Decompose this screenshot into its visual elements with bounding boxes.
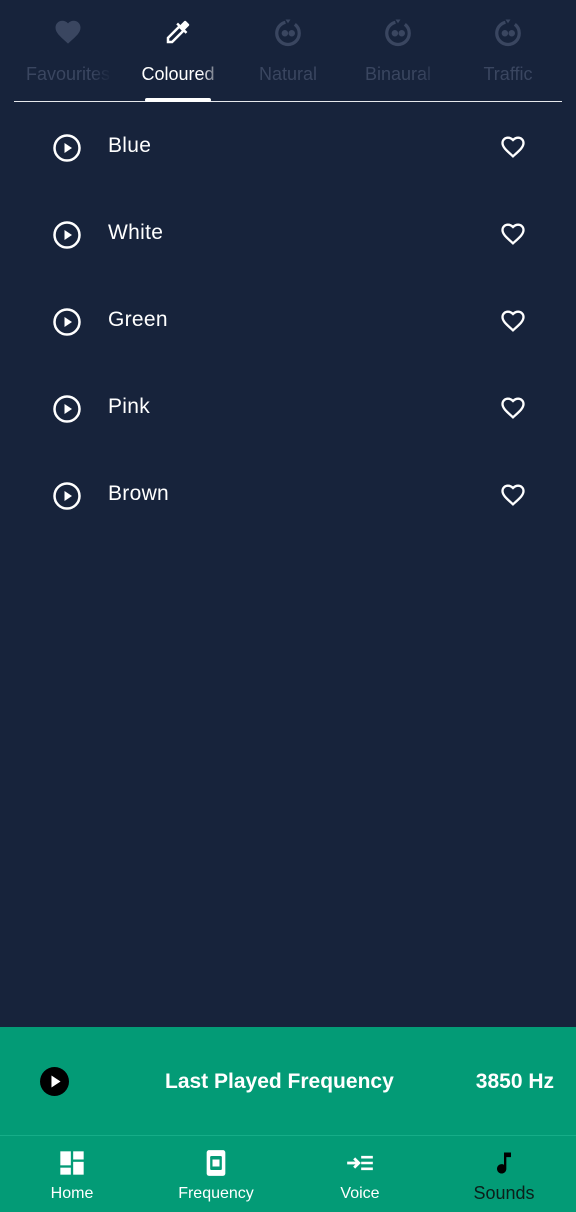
last-played-frequency: 3850 Hz [475, 1070, 554, 1093]
favourite-heart-icon[interactable] [498, 394, 528, 422]
dashboard-icon [60, 1151, 84, 1175]
bottom-navigation: Home Frequency Voice Sounds [0, 1135, 576, 1212]
sound-waves-icon [495, 19, 521, 47]
heart-icon [55, 20, 81, 44]
nav-voice-label: Voice [340, 1185, 380, 1202]
sound-name: Pink [108, 395, 151, 418]
sound-name: Brown [108, 482, 170, 505]
tab-favourites[interactable]: Favourites [13, 0, 123, 100]
sound-waves-icon [275, 19, 301, 47]
tab-natural[interactable]: Natural [233, 0, 343, 100]
tab-traffic[interactable]: Traffic [453, 0, 563, 100]
eyedropper-icon [166, 20, 190, 44]
play-circle-icon[interactable] [52, 220, 82, 250]
favourite-heart-icon[interactable] [498, 133, 528, 161]
play-circle-icon[interactable] [52, 394, 82, 424]
list-item[interactable]: Pink [0, 363, 576, 450]
nav-frequency-label: Frequency [178, 1185, 254, 1202]
play-circle-icon[interactable] [52, 133, 82, 163]
last-played-title: Last Played Frequency [165, 1070, 394, 1093]
favourite-heart-icon[interactable] [498, 220, 528, 248]
favourite-heart-icon[interactable] [498, 481, 528, 509]
play-circle-icon[interactable] [52, 307, 82, 337]
list-item[interactable]: Green [0, 276, 576, 363]
nav-voice[interactable]: Voice [288, 1136, 432, 1212]
nav-sounds-label: Sounds [473, 1183, 535, 1203]
frequency-device-icon [206, 1150, 226, 1176]
nav-sounds[interactable]: Sounds [432, 1136, 576, 1212]
sound-name: White [108, 221, 164, 244]
last-played-bar[interactable]: Last Played Frequency 3850 Hz [0, 1027, 576, 1135]
music-note-icon [497, 1152, 511, 1174]
sound-waves-icon [385, 19, 411, 47]
list-item[interactable]: Blue [0, 102, 576, 189]
sound-name: Green [108, 308, 168, 331]
voice-list-icon [347, 1155, 373, 1171]
play-circle-icon[interactable] [52, 481, 82, 511]
sound-name: Blue [108, 134, 152, 157]
nav-home-label: Home [50, 1185, 94, 1202]
favourite-heart-icon[interactable] [498, 307, 528, 335]
sound-list: Blue White Green Pink Brown [0, 102, 576, 537]
tab-natural-label: Natural [258, 64, 318, 84]
play-button-icon[interactable] [40, 1067, 69, 1096]
tab-coloured[interactable]: Coloured [123, 0, 233, 100]
list-item[interactable]: Brown [0, 450, 576, 537]
tab-binaural[interactable]: Binaural [343, 0, 453, 100]
tab-traffic-label: Traffic [483, 64, 533, 84]
category-tab-bar: Favourites Coloured Natural Binaural Tra… [0, 0, 576, 102]
nav-home[interactable]: Home [0, 1136, 144, 1212]
list-item[interactable]: White [0, 189, 576, 276]
nav-frequency[interactable]: Frequency [144, 1136, 288, 1212]
